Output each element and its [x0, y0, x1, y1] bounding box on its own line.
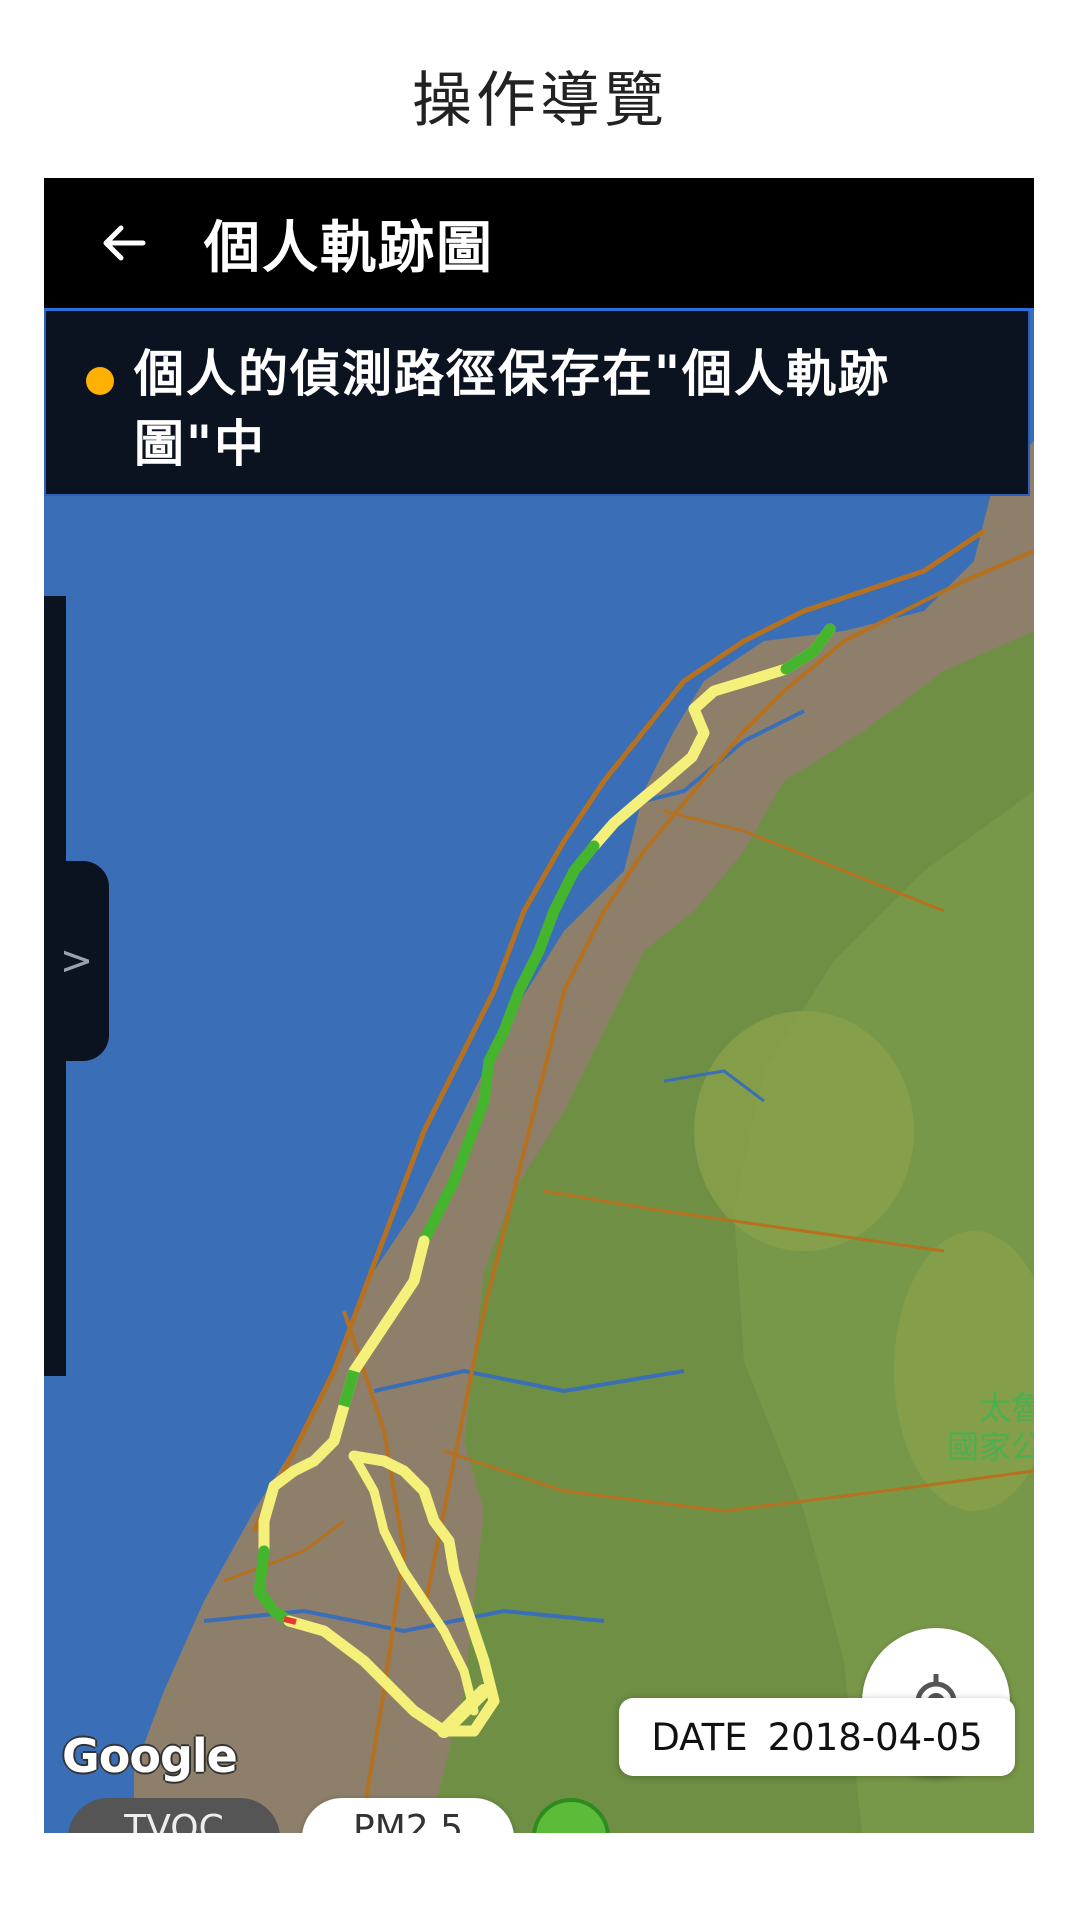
- screenshot-frame: 個人軌跡圖 太魯 國家公 個人的偵測路徑保存在"個人軌跡圖"中 > Google…: [44, 178, 1034, 1833]
- date-value: 2018-04-05: [767, 1715, 983, 1759]
- date-label: DATE: [651, 1715, 748, 1759]
- google-logo: Google: [62, 1729, 238, 1783]
- app-bar: 個人軌跡圖: [44, 178, 1034, 308]
- app-bar-title: 個人軌跡圖: [204, 215, 494, 281]
- place-label-park: 國家公: [947, 1428, 1034, 1466]
- banner-bullet-icon: [86, 367, 114, 395]
- device-status-icon[interactable]: [532, 1798, 610, 1833]
- banner-text: 個人的偵測路徑保存在"個人軌跡圖"中: [134, 345, 891, 473]
- map-basemap: 太魯 國家公: [44, 311, 1034, 1833]
- date-display[interactable]: DATE 2018-04-05: [619, 1698, 1015, 1776]
- map-view[interactable]: 太魯 國家公 個人的偵測路徑保存在"個人軌跡圖"中 > Google: [44, 308, 1034, 1833]
- drawer-toggle-label: >: [59, 938, 94, 984]
- chip-tvoc[interactable]: TVOC: [68, 1798, 280, 1833]
- chip-pm25[interactable]: PM2.5: [302, 1798, 514, 1833]
- place-label-taroko: 太魯: [979, 1389, 1034, 1427]
- info-banner: 個人的偵測路徑保存在"個人軌跡圖"中: [44, 311, 1030, 496]
- page-title: 操作導覽: [412, 66, 668, 136]
- pollutant-chips: TVOC PM2.5: [44, 1798, 1034, 1833]
- back-button[interactable]: [44, 178, 204, 308]
- drawer-toggle-button[interactable]: >: [44, 861, 109, 1061]
- arrow-left-icon: [103, 225, 146, 261]
